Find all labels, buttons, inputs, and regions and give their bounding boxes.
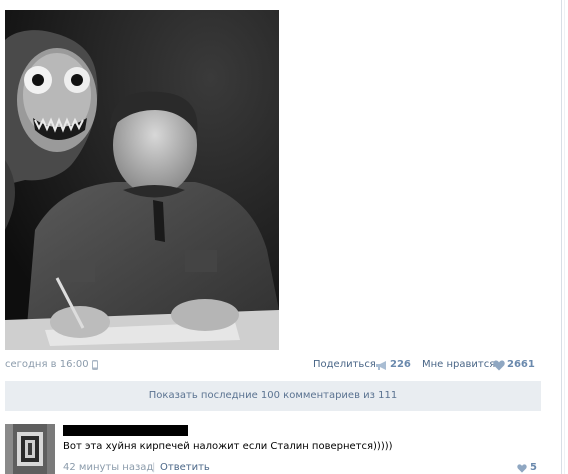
post-photo-image: [5, 10, 279, 350]
comment-timestamp[interactable]: 42 минуты назад: [63, 462, 153, 473]
avatar-image: [5, 424, 55, 474]
post-meta-row: сегодня в 16:00 Поделиться 226 Мне нрави…: [5, 359, 541, 373]
comment-text: Вот эта хуйня кирпечей наложит если Стал…: [63, 441, 393, 452]
post-photo[interactable]: [5, 10, 279, 350]
comment-item: Вот эта хуйня кирпечей наложит если Стал…: [5, 422, 545, 474]
avatar[interactable]: [5, 424, 55, 474]
like-count[interactable]: 2661: [507, 359, 535, 370]
show-comments-button[interactable]: Показать последние 100 комментариев из 1…: [5, 381, 541, 411]
comment-heart-icon[interactable]: [517, 464, 527, 473]
author-name-redacted: [63, 425, 188, 436]
post-date[interactable]: сегодня в 16:00: [5, 359, 89, 370]
share-button[interactable]: Поделиться: [313, 359, 376, 370]
reply-button[interactable]: Ответить: [160, 462, 210, 473]
page-border: [561, 0, 562, 474]
page-border-shadow: [564, 0, 565, 474]
share-count[interactable]: 226: [390, 359, 411, 370]
heart-icon[interactable]: [493, 360, 505, 371]
like-button[interactable]: Мне нравится: [422, 359, 495, 370]
comment-separator: |: [152, 462, 156, 473]
megaphone-icon[interactable]: [375, 360, 388, 371]
phone-icon: [92, 360, 98, 370]
comment-like-count[interactable]: 5: [530, 462, 537, 473]
